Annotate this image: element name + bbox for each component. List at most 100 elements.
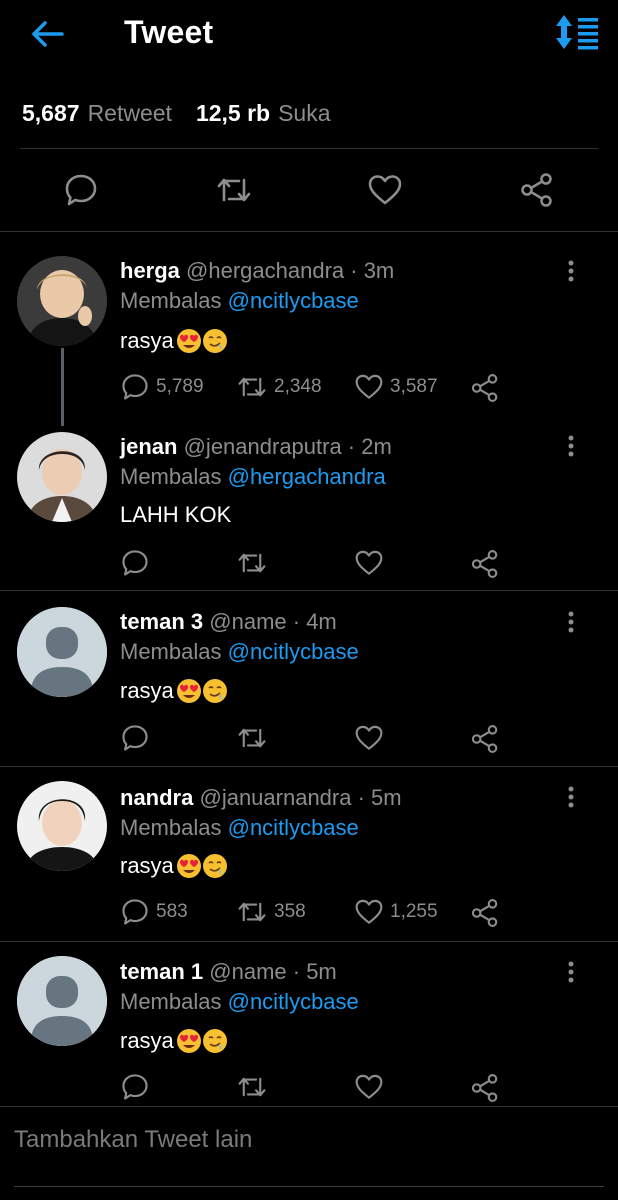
share-action[interactable] — [470, 896, 500, 930]
tweet-text-content: rasya — [120, 852, 174, 878]
reply-author[interactable]: teman 1 @name · 5m — [120, 959, 337, 985]
more-options-icon[interactable] — [556, 957, 586, 987]
divider — [20, 148, 598, 149]
avatar[interactable] — [17, 781, 107, 871]
retweet-action[interactable]: 358 — [236, 895, 306, 929]
retweet-icon — [238, 1077, 266, 1097]
like-action[interactable]: 1,255 — [354, 895, 438, 929]
display-name[interactable]: teman 3 — [120, 609, 203, 634]
reply-author[interactable]: nandra @januarnandra · 5m — [120, 785, 402, 811]
reply-author[interactable]: teman 3 @name · 4m — [120, 609, 337, 635]
retweet-icon[interactable] — [210, 166, 258, 214]
like-count: 3,587 — [390, 376, 438, 397]
sort-replies-icon[interactable] — [552, 10, 602, 54]
avatar[interactable] — [17, 607, 107, 697]
display-name[interactable]: teman 1 — [120, 959, 203, 984]
tweet-text: rasya — [120, 852, 228, 879]
tweet-text: rasya — [120, 327, 228, 354]
tweet-text-content: rasya — [120, 1027, 174, 1053]
back-arrow-icon[interactable] — [28, 14, 68, 54]
like-count[interactable]: 12,5 rb — [196, 100, 270, 127]
heart-eyes-emoji-icon — [174, 1027, 202, 1054]
share-action[interactable] — [470, 547, 500, 581]
mention-link[interactable]: @ncitlycbase — [228, 815, 359, 840]
replying-to: Membalas @ncitlycbase — [120, 989, 359, 1015]
retweet-count: 358 — [274, 901, 306, 922]
share-icon[interactable] — [513, 166, 561, 214]
tweet-text-content: rasya — [120, 677, 174, 703]
like-label[interactable]: Suka — [278, 100, 330, 127]
like-action[interactable] — [354, 1070, 384, 1104]
avatar[interactable] — [17, 956, 107, 1046]
retweet-action[interactable]: 2,348 — [236, 370, 322, 404]
retweet-count: 2,348 — [274, 376, 322, 397]
like-action[interactable]: 3,587 — [354, 370, 438, 404]
reply-action[interactable]: 5,789 — [120, 370, 204, 404]
like-action[interactable] — [354, 721, 384, 755]
tweet-text: rasya — [120, 1027, 228, 1054]
retweet-count[interactable]: 5,687 — [22, 100, 80, 127]
share-icon — [471, 550, 498, 578]
retweet-icon — [238, 553, 266, 573]
handle-time: @name · 5m — [209, 959, 337, 984]
more-options-icon[interactable] — [556, 782, 586, 812]
page-title: Tweet — [124, 14, 214, 50]
reply-tweet[interactable]: herga @hergachandra · 3m Membalas @ncitl… — [0, 232, 618, 426]
share-action[interactable] — [470, 371, 500, 405]
mention-link[interactable]: @ncitlycbase — [228, 288, 359, 313]
reply-action[interactable] — [120, 1070, 150, 1104]
avatar[interactable] — [17, 256, 107, 346]
share-icon — [471, 725, 498, 753]
tweet-text: rasya — [120, 677, 228, 704]
mention-link[interactable]: @hergachandra — [228, 464, 386, 489]
replying-to-label: Membalas — [120, 815, 222, 840]
more-options-icon[interactable] — [556, 431, 586, 461]
display-name[interactable]: herga — [120, 258, 180, 283]
like-icon — [355, 899, 383, 924]
share-action[interactable] — [470, 722, 500, 756]
more-options-icon[interactable] — [556, 607, 586, 637]
more-options-icon[interactable] — [556, 256, 586, 286]
reply-tweet[interactable]: teman 3 @name · 4m Membalas @ncitlycbase… — [0, 591, 618, 766]
retweet-action[interactable] — [236, 546, 268, 580]
mention-link[interactable]: @ncitlycbase — [228, 989, 359, 1014]
display-name[interactable]: jenan — [120, 434, 177, 459]
avatar[interactable] — [17, 432, 107, 522]
retweet-action[interactable] — [236, 721, 268, 755]
retweet-icon — [238, 902, 266, 922]
reply-action[interactable] — [120, 721, 150, 755]
reply-icon — [122, 550, 148, 576]
composer-underline — [14, 1186, 604, 1187]
divider — [0, 1106, 618, 1107]
reply-tweet[interactable]: jenan @jenandraputra · 2m Membalas @herg… — [0, 412, 618, 590]
drooling-face-emoji-icon — [202, 852, 228, 879]
tweet-action-bar — [0, 150, 618, 232]
reply-tweet[interactable]: nandra @januarnandra · 5m Membalas @ncit… — [0, 767, 618, 941]
reply-author[interactable]: herga @hergachandra · 3m — [120, 258, 394, 284]
share-icon — [471, 899, 498, 927]
like-icon[interactable] — [361, 166, 409, 214]
handle-time: @hergachandra · 3m — [186, 258, 395, 283]
replying-to: Membalas @ncitlycbase — [120, 815, 359, 841]
replying-to: Membalas @hergachandra — [120, 464, 386, 490]
share-icon — [471, 374, 498, 402]
display-name[interactable]: nandra — [120, 785, 193, 810]
retweet-action[interactable] — [236, 1070, 268, 1104]
reply-tweet[interactable]: teman 1 @name · 5m Membalas @ncitlycbase… — [0, 942, 618, 1106]
tweet-detail-screen: Tweet 5,687 Retweet 12,5 rb Suka herga @… — [0, 0, 618, 1200]
drooling-face-emoji-icon — [202, 1027, 228, 1054]
retweet-icon — [238, 377, 266, 397]
reply-icon — [122, 725, 148, 751]
reply-action[interactable]: 583 — [120, 895, 188, 929]
share-action[interactable] — [470, 1071, 500, 1105]
add-tweet-input[interactable]: Tambahkan Tweet lain — [14, 1126, 252, 1154]
reply-icon[interactable] — [57, 166, 105, 214]
handle-time: @januarnandra · 5m — [199, 785, 402, 810]
reply-author[interactable]: jenan @jenandraputra · 2m — [120, 434, 392, 460]
reply-icon — [122, 374, 148, 400]
reply-action[interactable] — [120, 546, 150, 580]
like-action[interactable] — [354, 546, 384, 580]
mention-link[interactable]: @ncitlycbase — [228, 639, 359, 664]
like-icon — [355, 725, 383, 750]
retweet-label[interactable]: Retweet — [88, 100, 172, 127]
